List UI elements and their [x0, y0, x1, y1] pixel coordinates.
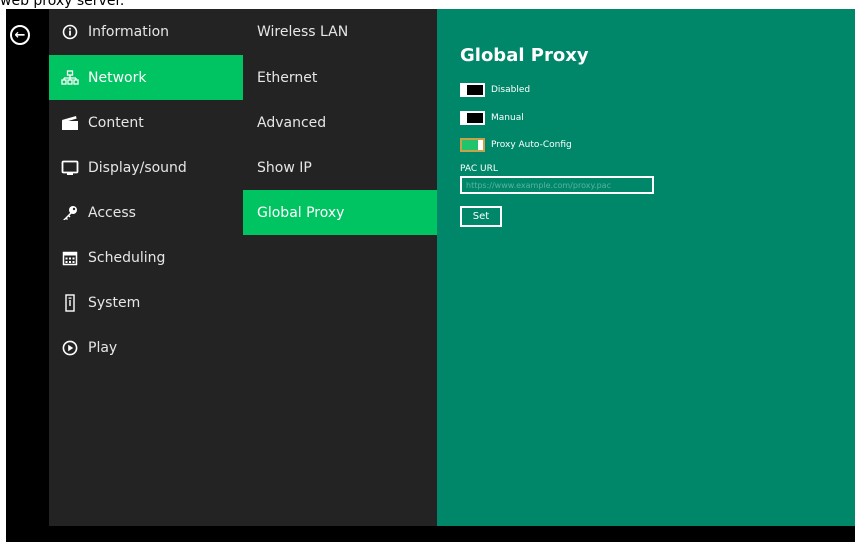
sidebar-item-system[interactable]: System: [49, 280, 243, 325]
page-title: Global Proxy: [460, 45, 589, 66]
option-manual[interactable]: Manual: [460, 110, 524, 126]
info-icon: [60, 22, 80, 42]
submenu-item-label: Global Proxy: [257, 204, 345, 221]
back-button[interactable]: ←: [10, 25, 30, 45]
sidebar-item-display-sound[interactable]: Display/sound: [49, 145, 243, 190]
set-button[interactable]: Set: [460, 206, 502, 227]
clapperboard-icon: [60, 113, 80, 133]
key-icon: [60, 203, 80, 223]
sidebar-item-label: Display/sound: [88, 159, 187, 176]
sidebar-item-label: Scheduling: [88, 249, 166, 266]
option-label: Proxy Auto-Config: [491, 140, 572, 150]
global-proxy-panel: Global Proxy Disabled Manual Proxy Auto-…: [437, 9, 855, 526]
submenu-item-global-proxy[interactable]: Global Proxy: [243, 190, 437, 235]
submenu-item-advanced[interactable]: Advanced: [243, 100, 437, 145]
option-disabled[interactable]: Disabled: [460, 82, 530, 98]
option-label: Disabled: [491, 85, 531, 95]
main-menu: Information Network Content Display/soun…: [49, 9, 243, 526]
sidebar-item-scheduling[interactable]: Scheduling: [49, 235, 243, 280]
sidebar-item-label: Network: [88, 69, 147, 86]
sidebar-item-content[interactable]: Content: [49, 100, 243, 145]
submenu-item-wireless-lan[interactable]: Wireless LAN: [243, 9, 437, 54]
bottom-strip: [49, 526, 855, 542]
submenu-item-label: Show IP: [257, 159, 312, 176]
sidebar-item-information[interactable]: Information: [49, 9, 243, 54]
sidebar-item-access[interactable]: Access: [49, 190, 243, 235]
calendar-icon: [60, 248, 80, 268]
submenu-item-label: Wireless LAN: [257, 23, 349, 40]
sidebar-item-label: Play: [88, 339, 118, 356]
submenu-item-label: Ethernet: [257, 69, 318, 86]
sidebar-item-play[interactable]: Play: [49, 325, 243, 370]
network-icon: [60, 68, 80, 88]
option-label: Manual: [491, 113, 524, 123]
sidebar-item-label: Access: [88, 204, 136, 221]
back-strip: ←: [6, 9, 49, 542]
monitor-icon: [60, 158, 80, 178]
sidebar-item-label: System: [88, 294, 141, 311]
tower-icon: [60, 293, 80, 313]
settings-screen: ← Information Network Content Display/so…: [6, 9, 855, 542]
pac-url-input[interactable]: [460, 176, 654, 194]
network-submenu: Wireless LAN Ethernet Advanced Show IP G…: [243, 9, 437, 526]
submenu-item-ethernet[interactable]: Ethernet: [243, 55, 437, 100]
option-proxy-auto-config[interactable]: Proxy Auto-Config: [460, 137, 572, 153]
play-circle-icon: [60, 338, 80, 358]
caption-text: web proxy server.: [0, 0, 125, 9]
submenu-item-show-ip[interactable]: Show IP: [243, 145, 437, 190]
toggle-disabled[interactable]: [460, 83, 485, 97]
sidebar-item-network[interactable]: Network: [49, 55, 243, 100]
toggle-proxy-auto-config[interactable]: [460, 138, 485, 152]
submenu-item-label: Advanced: [257, 114, 327, 131]
pac-url-label: PAC URL: [460, 164, 498, 174]
sidebar-item-label: Information: [88, 23, 170, 40]
arrow-left-circle-icon: ←: [14, 27, 26, 43]
toggle-manual[interactable]: [460, 111, 485, 125]
sidebar-item-label: Content: [88, 114, 144, 131]
